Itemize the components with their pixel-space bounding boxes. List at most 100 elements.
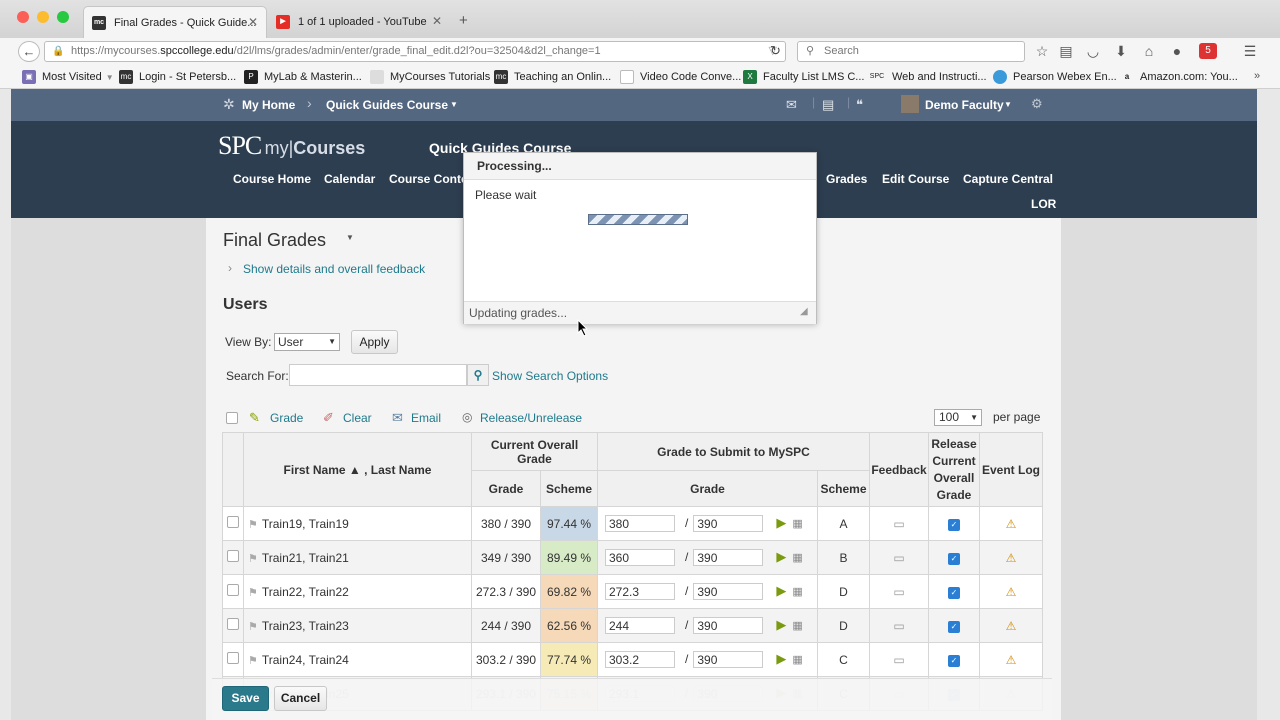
feedback-icon[interactable]: ▭	[893, 653, 904, 667]
submit-out-of-input[interactable]: 390	[693, 583, 764, 601]
close-tab-icon[interactable]: ✕	[432, 14, 442, 28]
subscription-alert-icon[interactable]: ▤	[822, 97, 834, 113]
email-action[interactable]: Email	[411, 411, 441, 425]
submit-out-of-input[interactable]: 390	[693, 515, 764, 533]
grade-action[interactable]: Grade	[270, 411, 303, 425]
row-select-cell[interactable]	[222, 540, 244, 575]
spc-mycourses-logo[interactable]: SPC my|Courses	[218, 131, 365, 161]
view-by-select[interactable]: User ▼	[274, 333, 340, 351]
arrow-right-icon[interactable]: ▶	[776, 549, 786, 564]
submit-grade-input[interactable]: 272.3	[605, 583, 675, 601]
nav-course-home[interactable]: Course Home	[233, 172, 311, 186]
bookmark-web-instructional[interactable]: SPC Web and Instructi...	[868, 70, 987, 84]
calculator-icon[interactable]: ▦	[792, 552, 802, 564]
submit-grade-input[interactable]: 303.2	[605, 651, 675, 669]
maximize-window-button[interactable]	[57, 11, 69, 23]
row-select-cell[interactable]	[222, 608, 244, 643]
context-menu-icon[interactable]: ⚑	[248, 587, 258, 599]
new-tab-button[interactable]: +	[459, 12, 468, 29]
search-input[interactable]: ⚲ Search	[797, 41, 1025, 62]
submit-out-of-input[interactable]: 390	[693, 549, 764, 567]
context-menu-icon[interactable]: ⚑	[248, 655, 258, 667]
student-name[interactable]: Train19, Train19	[262, 517, 349, 531]
email-icon[interactable]: ✉	[392, 410, 403, 426]
nav-calendar[interactable]: Calendar	[324, 172, 375, 186]
row-select-cell[interactable]	[222, 506, 244, 541]
student-name[interactable]: Train22, Train22	[262, 585, 349, 599]
row-checkbox[interactable]	[227, 618, 239, 630]
pocket-icon[interactable]: ◡	[1085, 43, 1101, 59]
chevron-down-icon[interactable]: ▼	[450, 100, 458, 109]
my-home-link[interactable]: My Home	[242, 98, 295, 112]
arrow-right-icon[interactable]: ▶	[776, 617, 786, 632]
calculator-icon[interactable]: ▦	[792, 586, 802, 598]
arrow-right-icon[interactable]: ▶	[776, 651, 786, 666]
nav-capture-central[interactable]: Capture Central	[963, 172, 1053, 186]
grade-pencil-icon[interactable]: ✎	[249, 410, 260, 426]
bookmark-pearson-webex[interactable]: Pearson Webex En...	[993, 70, 1117, 84]
avatar[interactable]	[901, 95, 919, 113]
context-menu-icon[interactable]: ⚑	[248, 553, 258, 565]
feedback-icon[interactable]: ▭	[893, 551, 904, 565]
name-column-header[interactable]: First Name ▲ , Last Name	[243, 432, 472, 507]
chevron-right-icon[interactable]: ›	[228, 261, 232, 275]
submit-out-of-input[interactable]: 390	[693, 651, 764, 669]
page-title-menu-icon[interactable]: ▼	[346, 233, 354, 242]
calculator-icon[interactable]: ▦	[792, 518, 802, 530]
select-all-checkbox[interactable]	[226, 412, 238, 427]
student-name[interactable]: Train24, Train24	[262, 653, 349, 667]
bookmark-video-code[interactable]: Video Code Conve...	[620, 70, 741, 84]
event-log-icon[interactable]: ⚠	[1006, 619, 1017, 633]
close-tab-icon[interactable]: ✕	[248, 15, 258, 29]
bookmark-mylab[interactable]: P MyLab & Masterin...	[244, 70, 362, 84]
home-icon[interactable]: ⌂	[1141, 43, 1157, 59]
menu-icon[interactable]: ☰	[1242, 43, 1258, 59]
calculator-icon[interactable]: ▦	[792, 654, 802, 666]
row-checkbox[interactable]	[227, 584, 239, 596]
feedback-icon[interactable]: ▭	[893, 517, 904, 531]
star-icon[interactable]: ☆	[1034, 43, 1050, 59]
bookmark-teaching-online[interactable]: mc Teaching an Onlin...	[494, 70, 611, 84]
row-checkbox[interactable]	[227, 550, 239, 562]
search-for-input[interactable]	[289, 364, 467, 386]
context-menu-icon[interactable]: ⚑	[248, 621, 258, 633]
row-checkbox[interactable]	[227, 652, 239, 664]
release-unrelease-action[interactable]: Release/Unrelease	[480, 411, 582, 425]
feedback-icon[interactable]: ▭	[893, 619, 904, 633]
event-log-icon[interactable]: ⚠	[1006, 653, 1017, 667]
url-bar[interactable]: 🔒 https://mycourses.spccollege.edu/d2l/l…	[44, 41, 786, 62]
browser-tab-youtube[interactable]: ▶ 1 of 1 uploaded - YouTube ✕	[268, 6, 450, 38]
event-log-icon[interactable]: ⚠	[1006, 551, 1017, 565]
apply-button[interactable]: Apply	[351, 330, 398, 354]
event-log-icon[interactable]: ⚠	[1006, 517, 1017, 531]
release-checkbox[interactable]: ✓	[948, 587, 960, 599]
context-menu-icon[interactable]: ⚑	[248, 519, 258, 531]
bookmark-amazon[interactable]: a Amazon.com: You...	[1120, 70, 1238, 84]
student-name[interactable]: Train23, Train23	[262, 619, 349, 633]
course-selector[interactable]: Quick Guides Course	[326, 98, 448, 112]
update-alert-icon[interactable]: ❝	[856, 97, 863, 113]
row-select-cell[interactable]	[222, 574, 244, 609]
submit-out-of-input[interactable]: 390	[693, 617, 764, 635]
bookmark-most-visited[interactable]: ▣ Most Visited ▼	[22, 70, 114, 84]
release-checkbox[interactable]: ✓	[948, 519, 960, 531]
event-log-icon[interactable]: ⚠	[1006, 585, 1017, 599]
chat-icon[interactable]: ●	[1169, 43, 1185, 59]
show-details-link[interactable]: Show details and overall feedback	[243, 262, 425, 276]
reload-icon[interactable]: ↻	[770, 43, 781, 59]
arrow-right-icon[interactable]: ▶	[776, 515, 786, 530]
browser-tab-final-grades[interactable]: mc Final Grades - Quick Guide... ✕	[83, 6, 267, 38]
nav-grades[interactable]: Grades	[826, 172, 867, 186]
release-checkbox[interactable]: ✓	[948, 655, 960, 667]
search-button-icon[interactable]: ⚲	[467, 364, 489, 386]
chevron-down-icon[interactable]: ▼	[1004, 100, 1012, 109]
submit-grade-input[interactable]: 244	[605, 617, 675, 635]
save-button[interactable]: Save	[222, 686, 269, 711]
calculator-icon[interactable]: ▦	[792, 620, 802, 632]
submit-grade-input[interactable]: 360	[605, 549, 675, 567]
nav-edit-course[interactable]: Edit Course	[882, 172, 949, 186]
download-icon[interactable]: ⬇	[1113, 43, 1129, 59]
back-button[interactable]: ←	[18, 41, 40, 62]
minimize-window-button[interactable]	[37, 11, 49, 23]
release-checkbox[interactable]: ✓	[948, 621, 960, 633]
